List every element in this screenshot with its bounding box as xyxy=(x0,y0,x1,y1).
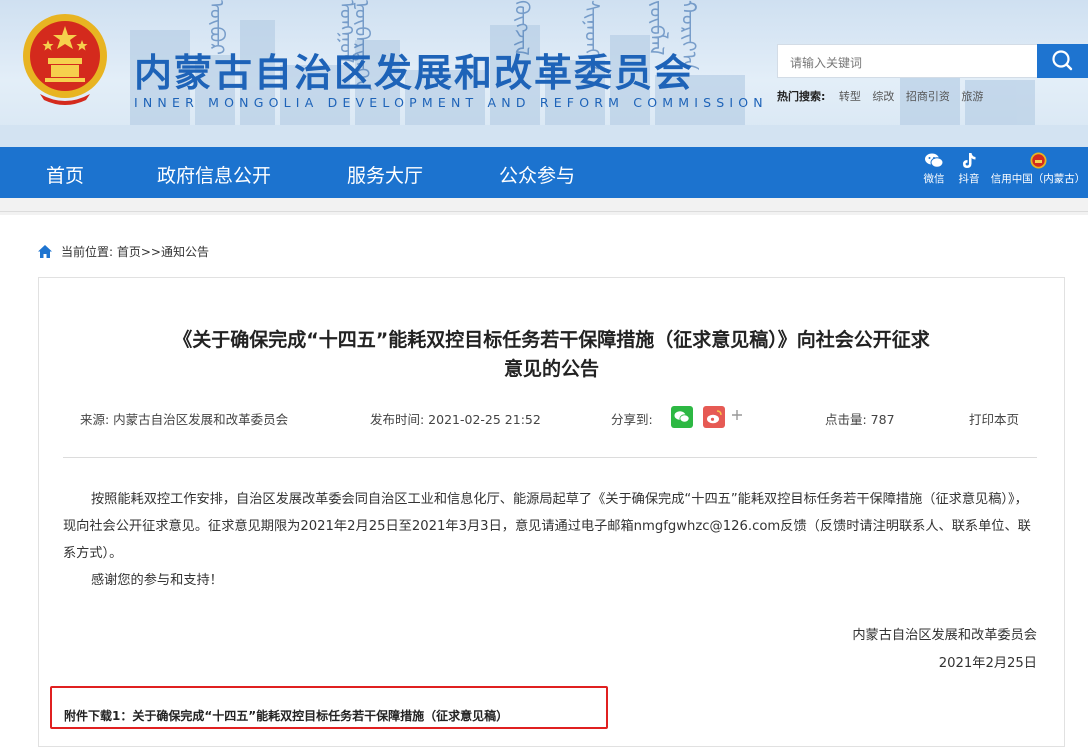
breadcrumb-path[interactable]: 首页>>通知公告 xyxy=(117,245,209,259)
national-emblem-icon xyxy=(23,14,107,105)
hot-keyword-link[interactable]: 招商引资 xyxy=(906,90,950,103)
nav-item-public-participation[interactable]: 公众参与 xyxy=(499,161,575,188)
wechat-label: 微信 xyxy=(923,173,945,185)
article-signature: 内蒙古自治区发展和改革委员会 xyxy=(852,628,1037,643)
article-title-line2: 意见的公告 xyxy=(503,358,599,380)
article-divider xyxy=(63,457,1037,458)
douyin-label: 抖音 xyxy=(958,173,980,185)
article-date: 2021年2月25日 xyxy=(938,656,1037,671)
article-source: 来源: 内蒙古自治区发展和改革委员会 xyxy=(80,412,289,427)
divider-line xyxy=(0,211,1088,212)
search-button[interactable] xyxy=(1037,44,1088,78)
site-header: ᠦᠪᠦᠷ ᠮᠣᠩᠭᠣᠯ ᠥᠪᠡᠷᠳᠡᠭᠡᠨ ᠬᠥᠭᠵᠢᠯ ᠰᠢᠨᠡᠳᠭᠡᠯ ᠵᠥ… xyxy=(0,0,1088,147)
nav-item-gov-info[interactable]: 政府信息公开 xyxy=(157,161,271,188)
article-title-line1: 《关于确保完成“十四五”能耗双控目标任务若干保障措施（征求意见稿）》向社会公开征… xyxy=(173,329,930,351)
article-publish-time: 发布时间: 2021-02-25 21:52 xyxy=(370,412,541,427)
nav-item-home[interactable]: 首页 xyxy=(46,161,84,188)
site-title: 内蒙古自治区发展和改革委员会 xyxy=(134,51,695,95)
main-nav: 首页 政府信息公开 服务大厅 公众参与 微信 抖音 信用中国（内蒙古） xyxy=(0,147,1088,198)
search-icon xyxy=(1052,50,1073,71)
credit-china-label: 信用中国（内蒙古） xyxy=(990,173,1086,185)
hot-keyword-link[interactable]: 转型 xyxy=(839,90,861,103)
credit-china-link[interactable]: 信用中国（内蒙古） xyxy=(990,152,1086,186)
douyin-link[interactable]: 抖音 xyxy=(955,152,983,186)
share-label: 分享到: xyxy=(611,412,653,427)
hot-search-label: 热门搜索: xyxy=(777,90,826,103)
article-paragraph: 感谢您的参与和支持！ xyxy=(91,573,223,588)
home-icon xyxy=(38,245,52,258)
wechat-icon xyxy=(925,153,944,168)
hot-keyword-link[interactable]: 综改 xyxy=(872,90,894,103)
breadcrumb: 当前位置: 首页>>通知公告 xyxy=(37,243,209,260)
hot-search: 热门搜索: 转型 综改 招商引资 旅游 xyxy=(777,88,991,104)
article-title: 《关于确保完成“十四五”能耗双控目标任务若干保障措施（征求意见稿）》向社会公开征… xyxy=(38,326,1065,384)
article-paragraph: 按照能耗双控工作安排，自治区发展改革委会同自治区工业和信息化厅、能源局起草了《关… xyxy=(63,492,1031,561)
site-subtitle: INNER MONGOLIA DEVELOPMENT AND REFORM CO… xyxy=(134,95,768,110)
nav-item-service-hall[interactable]: 服务大厅 xyxy=(347,161,423,188)
wechat-link[interactable]: 微信 xyxy=(920,152,948,186)
more-share-icon[interactable] xyxy=(732,410,742,420)
wechat-share-icon[interactable] xyxy=(671,406,693,428)
print-link[interactable]: 打印本页 xyxy=(969,409,1019,428)
nav-divider xyxy=(0,198,1088,215)
breadcrumb-label: 当前位置: xyxy=(61,245,114,259)
attachment-download-link[interactable]: 附件下载1：关于确保完成“十四五”能耗双控目标任务若干保障措施（征求意见稿） xyxy=(64,707,508,724)
article-clicks: 点击量: 787 xyxy=(825,412,895,427)
emblem-small-icon xyxy=(1030,152,1046,169)
search-input[interactable]: 请输入关键词 xyxy=(777,44,1038,78)
weibo-share-icon[interactable] xyxy=(703,406,725,428)
article-body: 按照能耗双控工作安排，自治区发展改革委会同自治区工业和信息化厅、能源局起草了《关… xyxy=(63,486,1037,594)
douyin-icon xyxy=(963,153,976,168)
attachment-box: 附件下载1：关于确保完成“十四五”能耗双控目标任务若干保障措施（征求意见稿） xyxy=(50,686,608,729)
hot-keyword-link[interactable]: 旅游 xyxy=(961,90,983,103)
